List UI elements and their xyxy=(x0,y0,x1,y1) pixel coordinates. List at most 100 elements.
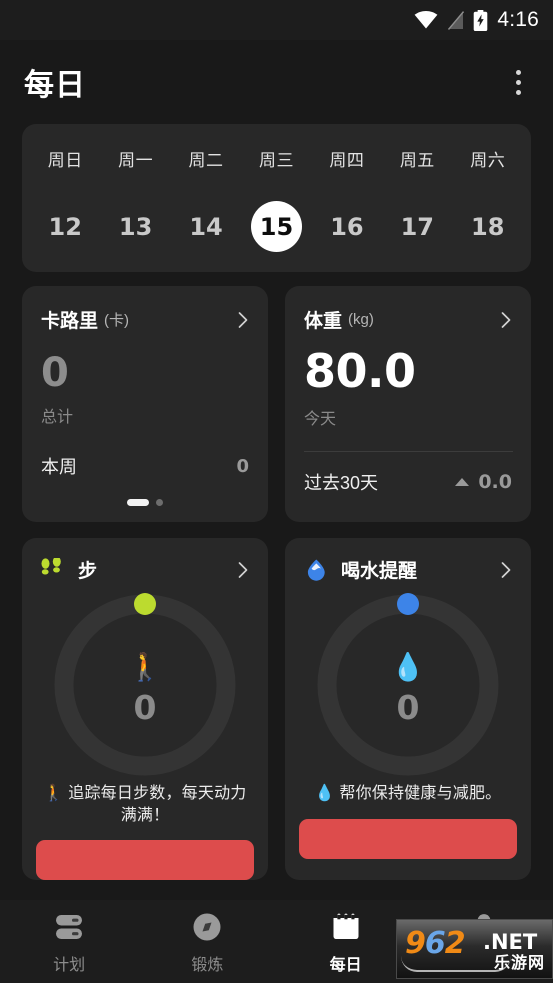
wifi-icon xyxy=(414,11,438,29)
week-day-0[interactable]: 周日 12 xyxy=(30,146,100,252)
overflow-menu-button[interactable] xyxy=(501,60,535,104)
weekday-label: 周日 xyxy=(47,151,83,170)
weight-trend-value: 0.0 xyxy=(478,471,512,494)
weight-trend-label: 过去30天 xyxy=(304,473,379,494)
site-watermark: 962 .NET 乐游网 xyxy=(396,919,553,979)
chevron-right-icon[interactable] xyxy=(234,311,252,329)
weight-value-label: 今天 xyxy=(304,411,337,429)
watermark-digit-2: 2 xyxy=(444,926,466,961)
battery-charging-icon xyxy=(474,9,488,31)
stats-row: 卡路里 (卡) 0 总计 本周 0 体重 (kg) 80.0 今天 过去30天 … xyxy=(22,286,531,522)
water-value: 0 xyxy=(396,688,420,727)
day-number[interactable]: 18 xyxy=(462,201,513,252)
steps-title: 步 xyxy=(78,561,98,582)
card-page-indicator[interactable] xyxy=(22,479,268,506)
weekday-label: 周六 xyxy=(470,151,506,170)
walking-person-icon: 🚶 xyxy=(128,652,162,682)
weight-card[interactable]: 体重 (kg) 80.0 今天 过去30天 0.0 xyxy=(285,286,531,522)
week-selector: 周日 12 周一 13 周二 14 周三 15 周四 16 周五 17 周六 1… xyxy=(22,124,531,272)
chevron-right-icon[interactable] xyxy=(234,561,252,579)
week-day-3[interactable]: 周三 15 xyxy=(241,146,311,252)
week-day-5[interactable]: 周五 17 xyxy=(382,146,452,252)
nav-item-exercise[interactable]: 锻炼 xyxy=(138,910,276,975)
water-ring-center: 💧 0 xyxy=(391,652,425,727)
calories-unit: (卡) xyxy=(104,312,130,329)
watermark-digit-6: 6 xyxy=(424,926,446,961)
nav-label-exercise: 锻炼 xyxy=(191,957,224,974)
calories-week-row: 本周 0 xyxy=(22,427,268,479)
weekday-label: 周三 xyxy=(258,151,294,170)
week-day-row: 周日 12 周一 13 周二 14 周三 15 周四 16 周五 17 周六 1… xyxy=(30,146,523,252)
status-time: 4:16 xyxy=(497,8,539,31)
watermark-digit-9: 9 xyxy=(405,926,426,961)
day-number[interactable]: 13 xyxy=(110,201,161,252)
steps-cta-button[interactable] xyxy=(36,840,254,881)
calendar-icon xyxy=(333,913,359,939)
chevron-right-icon[interactable] xyxy=(497,311,515,329)
steps-progress-ring: 🚶 0 xyxy=(22,589,268,781)
water-description: 💧 帮你保持健康与减肥。 xyxy=(314,785,502,802)
weekday-label: 周五 xyxy=(399,151,435,170)
water-card[interactable]: 喝水提醒 💧 0 💧 帮你保持健康与减肥。 xyxy=(285,538,531,881)
day-number[interactable]: 14 xyxy=(181,201,232,252)
page-title: 每日 xyxy=(24,69,86,102)
cellular-off-icon xyxy=(448,10,465,30)
week-day-4[interactable]: 周四 16 xyxy=(312,146,382,252)
nav-item-plans[interactable]: 计划 xyxy=(0,910,138,975)
week-day-6[interactable]: 周六 18 xyxy=(453,146,523,252)
weight-value: 80.0 xyxy=(304,344,416,398)
weight-trend-row: 过去30天 0.0 xyxy=(285,452,531,515)
page-dot[interactable] xyxy=(156,499,163,506)
steps-card[interactable]: 步 🚶 0 🚶 追踪每日步数，每天动力满满！ xyxy=(22,538,268,881)
week-day-1[interactable]: 周一 13 xyxy=(100,146,170,252)
nav-label-plans: 计划 xyxy=(53,957,86,974)
watermark-962: 962 xyxy=(405,926,466,961)
weight-trend-value-group: 0.0 xyxy=(455,471,512,493)
water-cta-button[interactable] xyxy=(299,818,517,859)
steps-description: 🚶 追踪每日步数，每天动力满满！ xyxy=(43,785,247,824)
watermark-cn-text: 乐游网 xyxy=(493,955,545,972)
weekday-label: 周二 xyxy=(188,151,224,170)
calories-card-header: 卡路里 (卡) xyxy=(22,286,268,333)
watermark-inner: 962 .NET 乐游网 xyxy=(397,920,552,978)
status-icons xyxy=(414,9,488,31)
steps-card-header: 步 xyxy=(22,538,268,583)
scroll-content: 周日 12 周一 13 周二 14 周三 15 周四 16 周五 17 周六 1… xyxy=(0,124,553,900)
overflow-dot xyxy=(515,79,521,85)
nav-item-daily[interactable]: 每日 xyxy=(277,910,415,975)
footprints-icon xyxy=(41,557,61,574)
app-root: 4:16 每日 周日 12 周一 13 周二 14 周三 15 周四 16 周五… xyxy=(0,0,553,983)
day-number-selected[interactable]: 15 xyxy=(250,201,302,252)
nav-label-daily: 每日 xyxy=(329,957,362,974)
calories-week-label: 本周 xyxy=(41,457,77,477)
weekday-label: 周四 xyxy=(329,151,365,170)
day-number[interactable]: 17 xyxy=(392,201,443,252)
calories-value: 0 xyxy=(41,350,69,396)
week-day-2[interactable]: 周二 14 xyxy=(171,146,241,252)
status-bar: 4:16 xyxy=(0,0,553,40)
compass-icon xyxy=(193,913,221,941)
trend-up-icon xyxy=(455,478,470,487)
calories-card[interactable]: 卡路里 (卡) 0 总计 本周 0 xyxy=(22,286,268,522)
water-progress-ring: 💧 0 xyxy=(285,589,531,781)
weight-unit: (kg) xyxy=(348,311,374,328)
page-dot-active[interactable] xyxy=(127,499,149,506)
steps-value: 0 xyxy=(133,688,157,727)
water-drop-icon xyxy=(307,559,325,581)
plans-icon xyxy=(56,915,83,939)
droplet-icon: 💧 xyxy=(391,652,425,682)
overflow-dot xyxy=(515,69,521,75)
day-number[interactable]: 16 xyxy=(321,201,372,252)
chevron-right-icon[interactable] xyxy=(497,561,515,579)
app-bar: 每日 xyxy=(0,40,553,124)
weight-card-header: 体重 (kg) xyxy=(285,286,531,333)
calories-value-label: 总计 xyxy=(41,409,74,426)
water-card-header: 喝水提醒 xyxy=(285,538,531,583)
steps-ring-center: 🚶 0 xyxy=(128,652,162,727)
weight-title: 体重 xyxy=(304,311,343,332)
day-number[interactable]: 12 xyxy=(40,201,91,252)
overflow-dot xyxy=(515,89,521,95)
calories-title: 卡路里 xyxy=(41,311,99,332)
trackers-row: 步 🚶 0 🚶 追踪每日步数，每天动力满满！ 喝水提醒 💧 0 💧 帮你保持健康… xyxy=(22,538,531,881)
calories-week-value: 0 xyxy=(236,455,249,477)
